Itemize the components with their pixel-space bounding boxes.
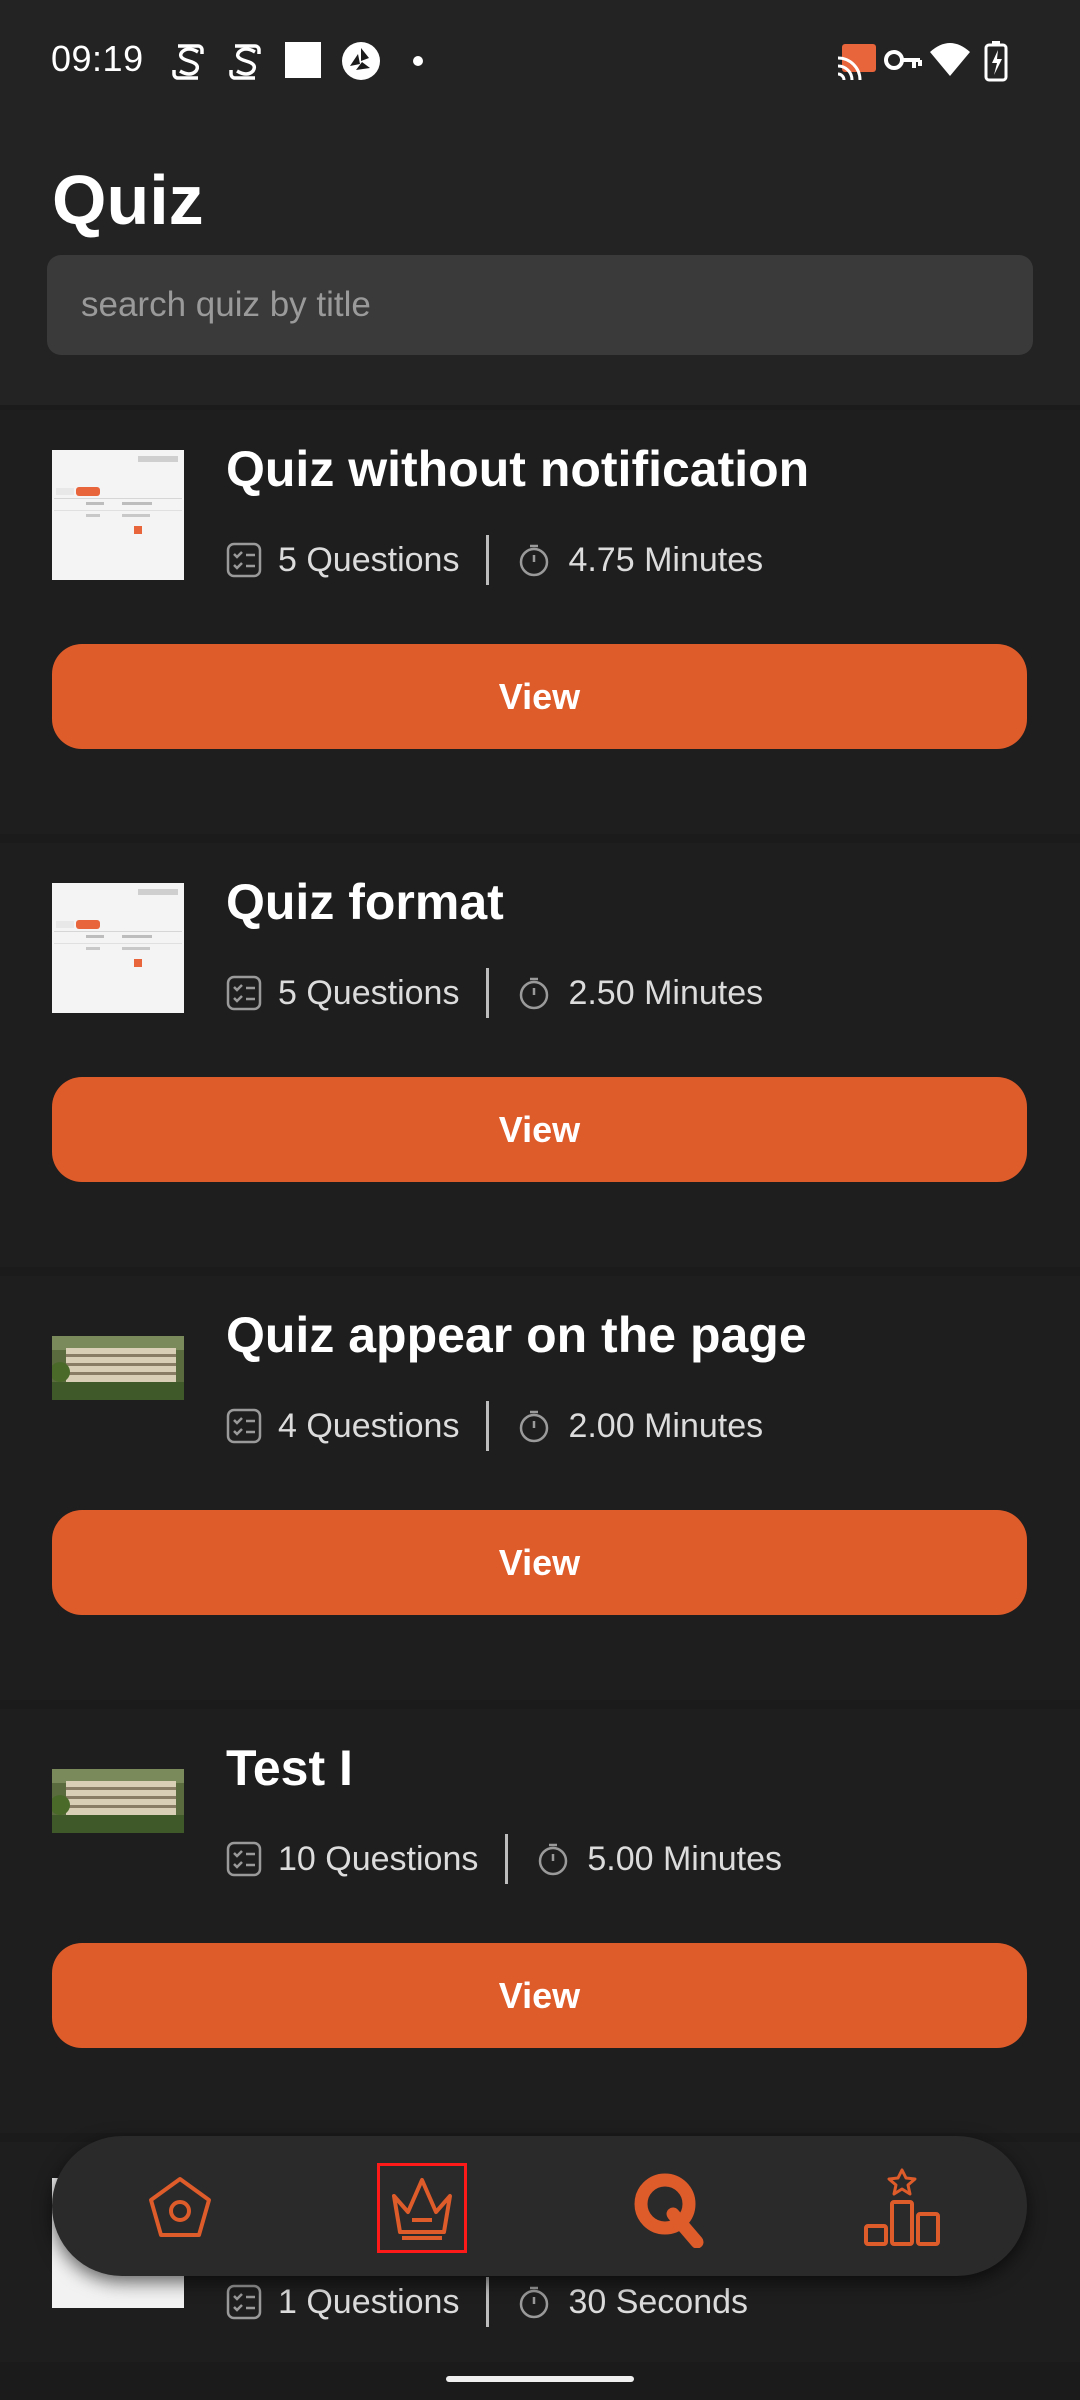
quiz-duration: 2.00 Minutes (568, 1406, 764, 1445)
checklist-icon (226, 1841, 262, 1877)
nav-quiz[interactable] (625, 2166, 709, 2250)
timer-icon (516, 542, 552, 578)
quiz-thumbnail (52, 450, 184, 580)
timer-icon (516, 1408, 552, 1444)
checklist-icon (226, 2284, 262, 2320)
checklist-icon (226, 1408, 262, 1444)
meta-divider (486, 968, 490, 1018)
question-count: 4 Questions (278, 1406, 460, 1445)
status-time: 09:19 (51, 38, 144, 79)
timer-icon (516, 975, 552, 1011)
gesture-home-indicator[interactable] (446, 2376, 634, 2382)
nav-crown[interactable] (377, 2163, 467, 2253)
page-title: Quiz (52, 161, 204, 239)
question-count: 10 Questions (278, 1839, 479, 1878)
meta-divider (486, 2277, 490, 2327)
quiz-meta: 4 Questions 2.00 Minutes (226, 1398, 763, 1454)
timer-icon (516, 2284, 552, 2320)
quiz-card: Quiz without notification 5 Questions 4.… (0, 410, 1080, 834)
view-button[interactable]: View (52, 1510, 1027, 1615)
quiz-duration: 4.75 Minutes (568, 540, 764, 579)
more-notifications-dot-icon (413, 56, 423, 66)
question-count: 1 Questions (278, 2282, 460, 2321)
vpn-key-icon (884, 50, 922, 70)
quiz-meta: 5 Questions 4.75 Minutes (226, 532, 763, 588)
meta-divider (486, 1401, 490, 1451)
search-input[interactable] (79, 284, 1033, 326)
bottom-navigation (52, 2136, 1027, 2276)
quiz-thumbnail (52, 1769, 184, 1833)
quiz-duration: 30 Seconds (568, 2282, 749, 2321)
checklist-icon (226, 975, 262, 1011)
quiz-title: Quiz appear on the page (226, 1307, 807, 1363)
aperture-notification-icon (342, 42, 380, 80)
view-button[interactable]: View (52, 1943, 1027, 2048)
quiz-title: Test I (226, 1740, 353, 1796)
cast-icon (837, 44, 876, 80)
nav-leaderboard[interactable] (860, 2166, 944, 2250)
wifi-icon (930, 43, 970, 76)
checklist-icon (226, 542, 262, 578)
notification-app-icon (172, 44, 204, 80)
quiz-thumbnail (52, 883, 184, 1013)
home-icon (149, 2177, 211, 2237)
meta-divider (505, 1834, 509, 1884)
notification-app-icon (229, 44, 261, 80)
square-notification-icon (285, 42, 321, 78)
view-button[interactable]: View (52, 1077, 1027, 1182)
quiz-meta: 10 Questions 5.00 Minutes (226, 1831, 782, 1887)
meta-divider (486, 535, 490, 585)
crown-icon (392, 2178, 452, 2240)
quiz-card: Quiz appear on the page 4 Questions 2.00… (0, 1276, 1080, 1700)
quiz-title: Quiz without notification (226, 441, 810, 497)
quiz-duration: 2.50 Minutes (568, 973, 764, 1012)
quiz-q-icon (634, 2173, 704, 2248)
quiz-thumbnail (52, 1336, 184, 1400)
question-count: 5 Questions (278, 540, 460, 579)
quiz-title: Quiz format (226, 874, 504, 930)
timer-icon (535, 1841, 571, 1877)
quiz-card: Quiz format 5 Questions 2.50 Minutes Vie… (0, 843, 1080, 1267)
quiz-meta: 1 Questions 30 Seconds (226, 2274, 748, 2330)
view-button[interactable]: View (52, 644, 1027, 749)
quiz-meta: 5 Questions 2.50 Minutes (226, 965, 763, 1021)
quiz-duration: 5.00 Minutes (587, 1839, 783, 1878)
status-bar: 09:19 (0, 0, 1080, 126)
question-count: 5 Questions (278, 973, 460, 1012)
nav-home[interactable] (138, 2166, 222, 2250)
search-field[interactable] (47, 255, 1033, 355)
battery-charging-icon (984, 41, 1008, 82)
leaderboard-icon (864, 2168, 940, 2246)
quiz-card: Test I 10 Questions 5.00 Minutes View (0, 1709, 1080, 2133)
